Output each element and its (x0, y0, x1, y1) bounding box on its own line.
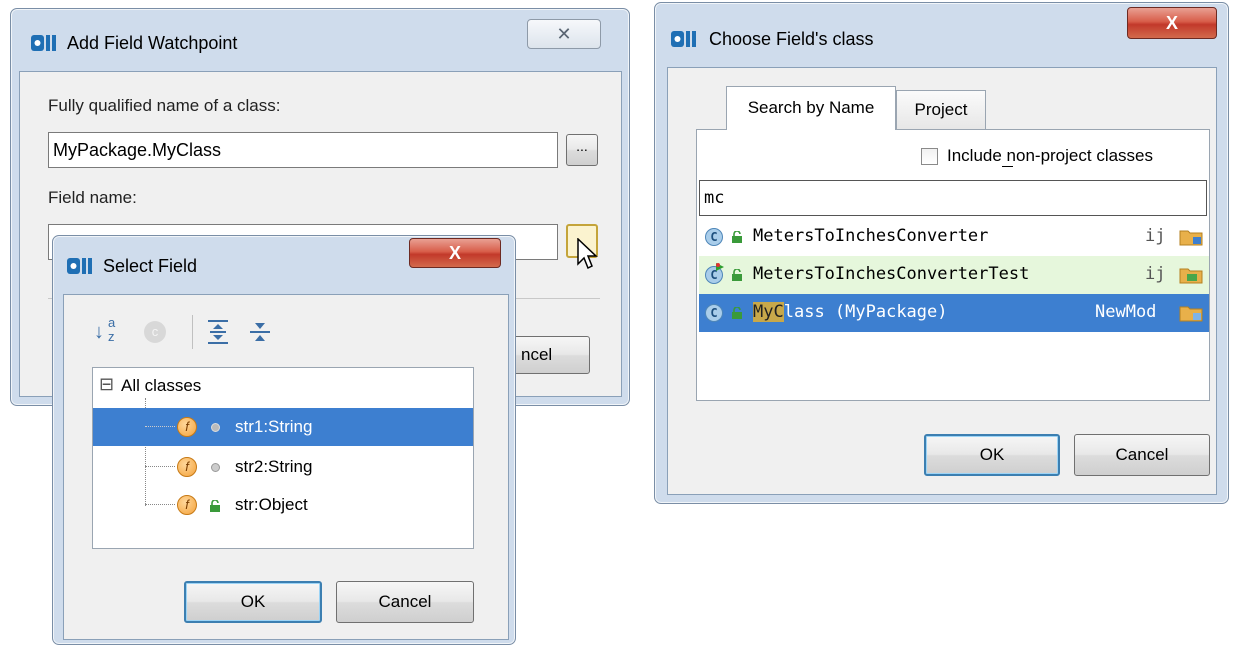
public-lock-icon (210, 500, 220, 512)
cancel-button-label: ncel (521, 345, 553, 364)
result-row-selected[interactable]: C MyClass (MyPackage) NewMod (699, 294, 1209, 332)
cancel-button[interactable]: Cancel (1074, 434, 1210, 476)
tree-row[interactable]: f str:Object (93, 486, 473, 524)
include-non-project-checkbox[interactable] (921, 148, 938, 165)
sort-alphabetically-icon[interactable]: ↓ a z (94, 315, 120, 347)
tree-branch (145, 504, 175, 505)
browse-class-button[interactable]: ... (566, 134, 598, 166)
choose-class-window: Choose Field's class X Search by Name Pr… (654, 2, 1229, 504)
mnemonic-underline (1002, 166, 1013, 167)
tree-root-label[interactable]: All classes (121, 376, 201, 396)
class-name: MyClass (MyPackage) (753, 302, 948, 322)
folder-icon (1179, 230, 1203, 246)
name-rest: lass (MyPackage) (783, 302, 948, 322)
mouse-cursor-icon (577, 238, 598, 270)
cancel-button[interactable]: Cancel (336, 581, 474, 623)
close-button[interactable]: X (409, 238, 501, 268)
intellij-logo-icon (67, 258, 92, 274)
field-name: str:Object (235, 495, 308, 514)
sort-letter-z: z (108, 329, 115, 344)
test-folder-icon (1179, 268, 1203, 284)
toolbar-separator (192, 315, 193, 349)
close-button[interactable]: ✕ (527, 19, 601, 49)
field-icon: f (177, 495, 197, 515)
field-name: str1:String (235, 417, 313, 436)
tree-row[interactable]: f str2:String (93, 448, 473, 486)
class-icon: C (705, 304, 723, 322)
select-field-window: Select Field X ↓ a z c ⊟ All classes f s… (52, 235, 516, 645)
field-icon: f (177, 457, 197, 477)
class-search-input[interactable]: mc (699, 180, 1207, 216)
ok-button[interactable]: OK (924, 434, 1060, 476)
class-name: MetersToInchesConverterTest (753, 264, 1030, 284)
private-dot-icon (211, 423, 220, 432)
tab-project[interactable]: Project (896, 90, 986, 130)
public-lock-icon (732, 231, 742, 243)
field-icon: f (177, 417, 197, 437)
tab-panel: Include non-project classes mc C MetersT… (696, 129, 1210, 401)
intellij-logo-icon (671, 31, 696, 47)
result-row[interactable]: C MetersToInchesConverter ij (699, 218, 1209, 256)
private-dot-icon (211, 463, 220, 472)
folder-icon (1179, 306, 1203, 322)
class-name-input[interactable]: MyPackage.MyClass (48, 132, 558, 168)
tree-row-selected[interactable]: f str1:String (93, 408, 473, 446)
window-content: Search by Name Project Include non-proje… (667, 67, 1217, 495)
public-lock-icon (732, 307, 742, 319)
sort-arrow: ↓ (94, 321, 104, 343)
match-highlight: C (773, 302, 784, 322)
module-name: ij (1145, 264, 1166, 284)
class-name-label: Fully qualified name of a class: (48, 96, 281, 115)
results-list[interactable]: C MetersToInchesConverter ij C MetersToI… (699, 218, 1209, 398)
public-lock-icon (732, 269, 742, 281)
result-row-test[interactable]: C MetersToInchesConverterTest ij (699, 256, 1209, 294)
class-name: MetersToInchesConverter (753, 226, 989, 246)
window-title: Add Field Watchpoint (67, 33, 238, 53)
module-name: NewMod (1095, 302, 1157, 322)
tab-search-by-name[interactable]: Search by Name (726, 86, 896, 130)
intellij-logo-icon (31, 35, 56, 51)
tree-branch (145, 466, 175, 467)
match-highlight: My (753, 302, 774, 322)
include-non-project-label[interactable]: Include non-project classes (947, 146, 1153, 166)
collapse-all-icon[interactable] (248, 319, 272, 345)
window-title: Select Field (103, 256, 198, 276)
window-content: ↓ a z c ⊟ All classes f str1:String f st… (63, 294, 509, 640)
show-inherited-glyph: c (151, 324, 159, 339)
window-title: Choose Field's class (709, 29, 874, 49)
close-button[interactable]: X (1127, 7, 1217, 39)
tree-branch (145, 426, 175, 427)
sort-letter-a: a (108, 315, 116, 330)
test-marker-icon (716, 263, 724, 271)
field-name-label: Field name: (48, 188, 137, 207)
show-inherited-icon[interactable]: c (144, 321, 166, 343)
field-tree[interactable]: ⊟ All classes f str1:String f str2:Strin… (92, 367, 474, 549)
module-name: ij (1145, 226, 1166, 246)
tree-expander-icon[interactable]: ⊟ (99, 374, 114, 395)
ok-button[interactable]: OK (184, 581, 322, 623)
field-name: str2:String (235, 457, 313, 476)
class-icon: C (705, 228, 723, 246)
expand-all-icon[interactable] (206, 319, 230, 345)
